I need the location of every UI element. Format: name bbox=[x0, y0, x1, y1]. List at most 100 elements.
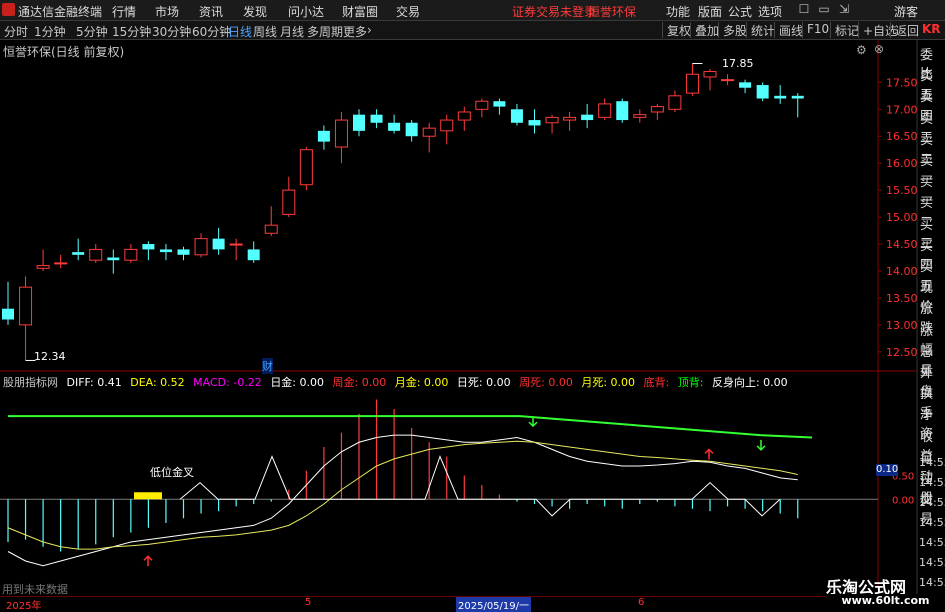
period-tab-daily[interactable]: 日线 bbox=[228, 23, 252, 40]
chart-area[interactable]: 17.50 17.00 16.50 16.00 15.50 15.00 14.50 14.00… bbox=[0, 40, 945, 596]
toolbar-draw[interactable]: 画线 bbox=[774, 22, 803, 38]
side-label[interactable]: 买二 bbox=[920, 192, 945, 230]
toolbar-multistock[interactable]: 多股 bbox=[718, 22, 747, 38]
finance-marker[interactable]: 财 bbox=[262, 358, 273, 374]
settings-icon[interactable]: ⚙ bbox=[856, 43, 867, 57]
period-tab-60min[interactable]: 60分钟 bbox=[192, 23, 231, 40]
side-label[interactable]: 卖一 bbox=[920, 150, 945, 188]
sell-arrow-icon bbox=[756, 439, 766, 451]
time-label: 14:55 bbox=[919, 556, 945, 569]
date-axis: 2025年 5 2025/05/19/一 6 bbox=[0, 596, 878, 612]
side-label[interactable]: 涨跌 bbox=[920, 298, 945, 336]
toolbar-stats[interactable]: 统计 bbox=[746, 22, 775, 38]
side-label[interactable]: 卖三 bbox=[920, 108, 945, 146]
menu-item-options[interactable]: 选项 bbox=[758, 3, 782, 20]
side-label[interactable]: 卖四 bbox=[920, 86, 945, 124]
period-tab-monthly[interactable]: 月线 bbox=[280, 23, 304, 40]
toolbar-back[interactable]: 返回 bbox=[890, 22, 919, 38]
candle-body bbox=[493, 101, 506, 107]
ind-risi: 日死: 0.00 bbox=[456, 376, 511, 389]
ind-value-box: 0.10 bbox=[876, 464, 899, 476]
period-tab-5min[interactable]: 5分钟 bbox=[76, 23, 108, 40]
side-label[interactable]: 买三 bbox=[920, 214, 945, 252]
ind-dea: DEA: 0.52 bbox=[130, 376, 185, 389]
minimize-icon[interactable]: ▭ bbox=[814, 2, 834, 18]
period-tab-30min[interactable]: 30分钟 bbox=[152, 23, 191, 40]
watermark-url: www.60lt.com bbox=[826, 594, 945, 609]
menu-item-wealth-circle[interactable]: 财富圈 bbox=[342, 3, 378, 20]
period-tab-15min[interactable]: 15分钟 bbox=[112, 23, 151, 40]
expand-icon[interactable]: ⇲ bbox=[834, 2, 854, 18]
side-label[interactable]: 涨幅 bbox=[920, 320, 945, 358]
candle-body bbox=[370, 114, 383, 123]
menu-item-market[interactable]: 行情 bbox=[112, 3, 136, 20]
menu-item-trade[interactable]: 交易 bbox=[396, 3, 420, 20]
side-label[interactable]: 现价 bbox=[920, 277, 945, 315]
period-tab-1min[interactable]: 1分钟 bbox=[34, 23, 66, 40]
toolbar-adjust[interactable]: 复权 bbox=[662, 22, 691, 38]
price-tick-label: 17.50 bbox=[886, 76, 918, 89]
candle-body bbox=[756, 85, 769, 99]
toolbar-overlay[interactable]: 叠加 bbox=[690, 22, 719, 38]
side-label[interactable]: 自动 bbox=[920, 447, 945, 485]
trend-line bbox=[8, 415, 813, 439]
candle-body bbox=[405, 122, 418, 137]
period-tab-multi[interactable]: 多周期 bbox=[307, 23, 343, 40]
menu-item-news[interactable]: 资讯 bbox=[199, 3, 223, 20]
side-label[interactable]: 收益 bbox=[920, 426, 945, 464]
side-label[interactable]: 总量 bbox=[920, 341, 945, 379]
guest-label[interactable]: 游客 bbox=[894, 3, 918, 20]
candle-body bbox=[107, 257, 120, 261]
price-tick-label: 13.00 bbox=[886, 319, 918, 332]
period-tab-weekly[interactable]: 周线 bbox=[253, 23, 277, 40]
candle-body bbox=[510, 109, 523, 123]
side-label[interactable]: 换手 bbox=[920, 383, 945, 421]
future-data-note: 用到未来数据 bbox=[2, 583, 68, 596]
side-label[interactable]: 买四 bbox=[920, 235, 945, 273]
kr-label: KR bbox=[922, 22, 941, 36]
side-label[interactable]: 外盘 bbox=[920, 362, 945, 400]
side-label[interactable]: 净资 bbox=[920, 404, 945, 442]
trade-login-warning[interactable]: 证券交易未登录 bbox=[512, 3, 596, 20]
ind-tick-label: 0.00 bbox=[892, 495, 914, 506]
candle-body bbox=[668, 95, 682, 110]
side-label[interactable]: 交易 bbox=[920, 489, 945, 527]
menu-item-function[interactable]: 功能 bbox=[666, 3, 690, 20]
app-logo-icon bbox=[2, 3, 15, 16]
candle-body bbox=[581, 114, 594, 121]
chevron-right-icon[interactable]: › bbox=[367, 23, 372, 37]
side-label[interactable]: 卖二 bbox=[920, 129, 945, 167]
candle-body bbox=[528, 120, 541, 126]
side-label[interactable]: 买一 bbox=[920, 171, 945, 209]
side-label[interactable]: 注册 bbox=[920, 468, 945, 506]
menu-item-xiaoda[interactable]: 问小达 bbox=[288, 3, 324, 20]
ind-rijin: 日金: 0.00 bbox=[270, 376, 325, 389]
close-panel-icon[interactable]: ⊗ bbox=[874, 42, 884, 56]
candle-body bbox=[703, 71, 717, 78]
candle-body bbox=[36, 265, 50, 269]
candle-body bbox=[388, 122, 401, 131]
menu-bar: 通达信金融终端 行情 市场 资讯 发现 问小达 财富圈 交易 证券交易未登录 恒… bbox=[0, 0, 945, 21]
date-cursor: 2025/05/19/一 bbox=[456, 597, 532, 612]
ind-zhoujin: 周金: 0.00 bbox=[332, 376, 387, 389]
side-label[interactable]: 买五 bbox=[920, 256, 945, 294]
side-label[interactable]: 卖五 bbox=[920, 65, 945, 103]
period-tab-more[interactable]: 更多 bbox=[343, 23, 367, 40]
menu-item-formula[interactable]: 公式 bbox=[728, 3, 752, 20]
price-tick-label: 15.50 bbox=[886, 184, 918, 197]
ind-dingbei: 顶背: bbox=[677, 376, 704, 389]
price-tick-label: 17.00 bbox=[886, 103, 918, 116]
ind-yuejin: 月金: 0.00 bbox=[394, 376, 449, 389]
menu-item-layout[interactable]: 版面 bbox=[698, 3, 722, 20]
menu-item-market-center[interactable]: 市场 bbox=[155, 3, 179, 20]
side-label[interactable]: 委比 bbox=[920, 44, 945, 82]
candle-body bbox=[72, 252, 85, 255]
candle-body bbox=[142, 244, 155, 250]
period-tab-timeshare[interactable]: 分时 bbox=[4, 23, 28, 40]
skin-icon[interactable]: ☐ bbox=[794, 2, 814, 18]
toolbar-mark[interactable]: 标记 bbox=[830, 22, 859, 38]
toolbar-f10[interactable]: F10 bbox=[802, 22, 829, 38]
indicator-name[interactable]: 股朋指标网 bbox=[3, 376, 58, 389]
menu-item-discover[interactable]: 发现 bbox=[243, 3, 267, 20]
panel-title: 恒誉环保(日线 前复权) bbox=[3, 45, 125, 59]
